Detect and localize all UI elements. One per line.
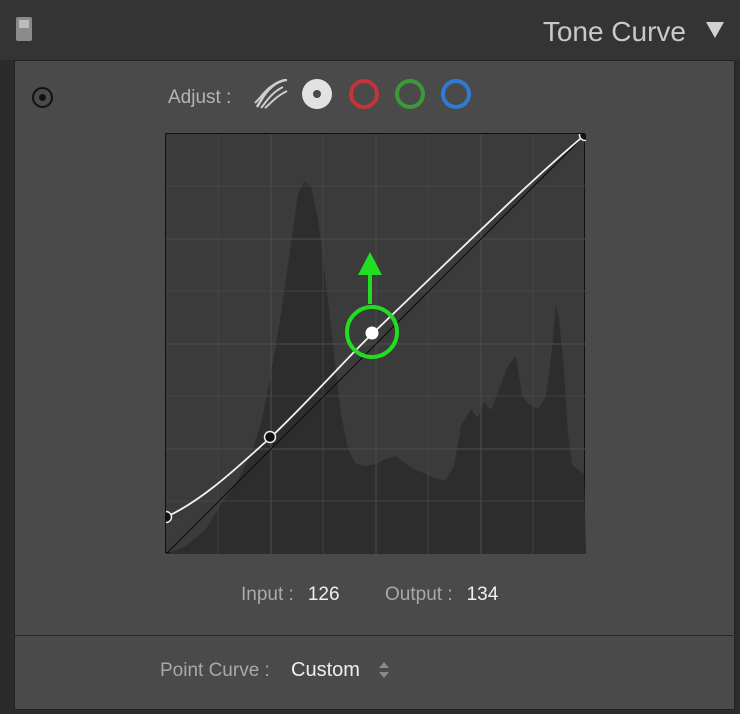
input-label: Input : bbox=[241, 584, 294, 605]
blue-channel-icon[interactable] bbox=[441, 79, 471, 109]
curve-point-black[interactable] bbox=[166, 510, 173, 524]
triangle-down-icon[interactable] bbox=[706, 22, 724, 38]
tone-curve-graph[interactable] bbox=[165, 133, 586, 554]
point-curve-label: Point Curve : bbox=[160, 660, 270, 681]
panel-header: Tone Curve bbox=[0, 0, 740, 60]
output-label: Output : bbox=[385, 584, 453, 605]
output-readout: Output : 134 bbox=[385, 584, 498, 606]
adjust-label: Adjust : bbox=[168, 87, 232, 108]
select-stepper-icon[interactable] bbox=[378, 660, 390, 680]
targeted-adjustment-icon[interactable] bbox=[32, 87, 53, 108]
up-arrow-icon bbox=[358, 252, 382, 275]
input-readout: Input : 126 bbox=[241, 584, 340, 606]
red-channel-icon[interactable] bbox=[349, 79, 379, 109]
divider bbox=[15, 635, 733, 636]
panel-title[interactable]: Tone Curve bbox=[543, 16, 686, 48]
output-value: 134 bbox=[466, 584, 499, 605]
point-curve-icon[interactable] bbox=[302, 79, 332, 109]
green-channel-icon[interactable] bbox=[395, 79, 425, 109]
input-value: 126 bbox=[307, 584, 340, 605]
curve-svg bbox=[166, 134, 586, 554]
point-curve-select[interactable]: Custom bbox=[291, 659, 360, 682]
region-curve-icon[interactable] bbox=[253, 78, 289, 109]
curve-point-shadows[interactable] bbox=[263, 430, 277, 444]
curve-point-active[interactable] bbox=[365, 326, 379, 340]
panel-switch-icon[interactable] bbox=[16, 17, 32, 41]
